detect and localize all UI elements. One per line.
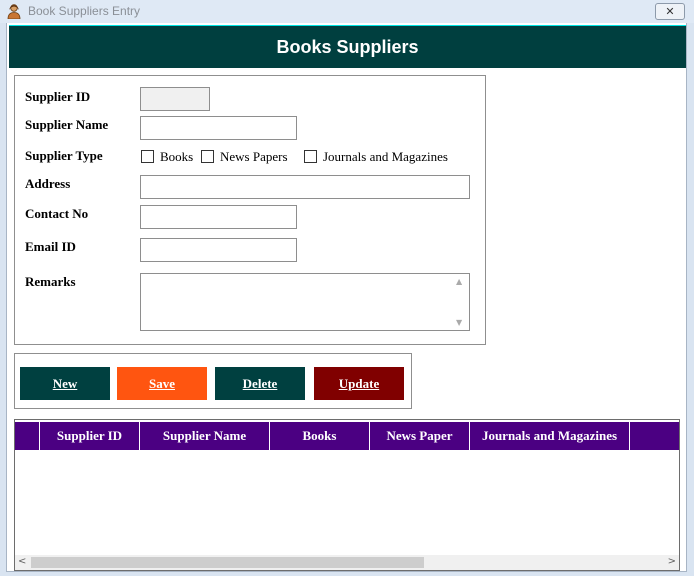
contact-no-label: Contact No (25, 206, 89, 221)
scroll-up-icon[interactable]: ▲ (456, 277, 462, 286)
close-button[interactable]: ✕ (655, 3, 685, 20)
window-client: Books Suppliers Supplier ID Supplier Nam… (6, 23, 687, 572)
column-header-journals-magazines[interactable]: Journals and Magazines (470, 422, 630, 450)
page-title: Books Suppliers (9, 25, 686, 68)
remarks-field[interactable]: ▲ ▼ (140, 273, 470, 331)
scroll-down-icon[interactable]: ▼ (456, 318, 462, 327)
books-checkbox-label: Books (160, 149, 194, 164)
news-papers-checkbox[interactable] (201, 150, 214, 163)
suppliers-grid[interactable]: Supplier ID Supplier Name Books News Pap… (14, 419, 680, 571)
news-papers-checkbox-label: News Papers (220, 149, 288, 164)
remarks-label: Remarks (25, 274, 76, 289)
books-checkbox[interactable] (141, 150, 154, 163)
journals-magazines-checkbox-label: Journals and Magazines (323, 149, 448, 164)
column-header-news-paper[interactable]: News Paper (370, 422, 470, 450)
email-id-label: Email ID (25, 239, 76, 254)
supplier-form: Supplier ID Supplier Name Supplier Type … (14, 75, 486, 345)
remarks-scrollbar[interactable]: ▲ ▼ (453, 274, 469, 330)
supplier-type-label: Supplier Type (25, 148, 103, 163)
delete-button[interactable]: Delete (215, 367, 305, 400)
journals-magazines-checkbox[interactable] (304, 150, 317, 163)
supplier-name-label: Supplier Name (25, 117, 109, 132)
address-field[interactable] (140, 175, 470, 199)
save-button[interactable]: Save (117, 367, 207, 400)
scroll-left-icon[interactable]: < (18, 556, 26, 567)
column-header-supplier-id[interactable]: Supplier ID (40, 422, 140, 450)
window-titlebar: Book Suppliers Entry ✕ (0, 0, 694, 23)
grid-horizontal-scrollbar[interactable]: < > (15, 555, 679, 570)
user-icon (7, 4, 21, 19)
column-header-address[interactable]: A (630, 422, 679, 450)
supplier-id-label: Supplier ID (25, 89, 91, 104)
contact-no-field[interactable] (140, 205, 297, 229)
scroll-right-icon[interactable]: > (668, 556, 676, 567)
row-header-cell (15, 422, 40, 450)
supplier-id-field[interactable] (140, 87, 210, 111)
new-button[interactable]: New (20, 367, 110, 400)
scrollbar-thumb[interactable] (31, 557, 424, 568)
email-id-field[interactable] (140, 238, 297, 262)
column-header-books[interactable]: Books (270, 422, 370, 450)
column-header-supplier-name[interactable]: Supplier Name (140, 422, 270, 450)
update-button[interactable]: Update (314, 367, 404, 400)
action-buttons: New Save Delete Update (14, 353, 412, 409)
supplier-name-field[interactable] (140, 116, 297, 140)
window-title: Book Suppliers Entry (28, 4, 141, 18)
grid-header-row: Supplier ID Supplier Name Books News Pap… (15, 422, 679, 450)
address-label: Address (25, 176, 71, 191)
